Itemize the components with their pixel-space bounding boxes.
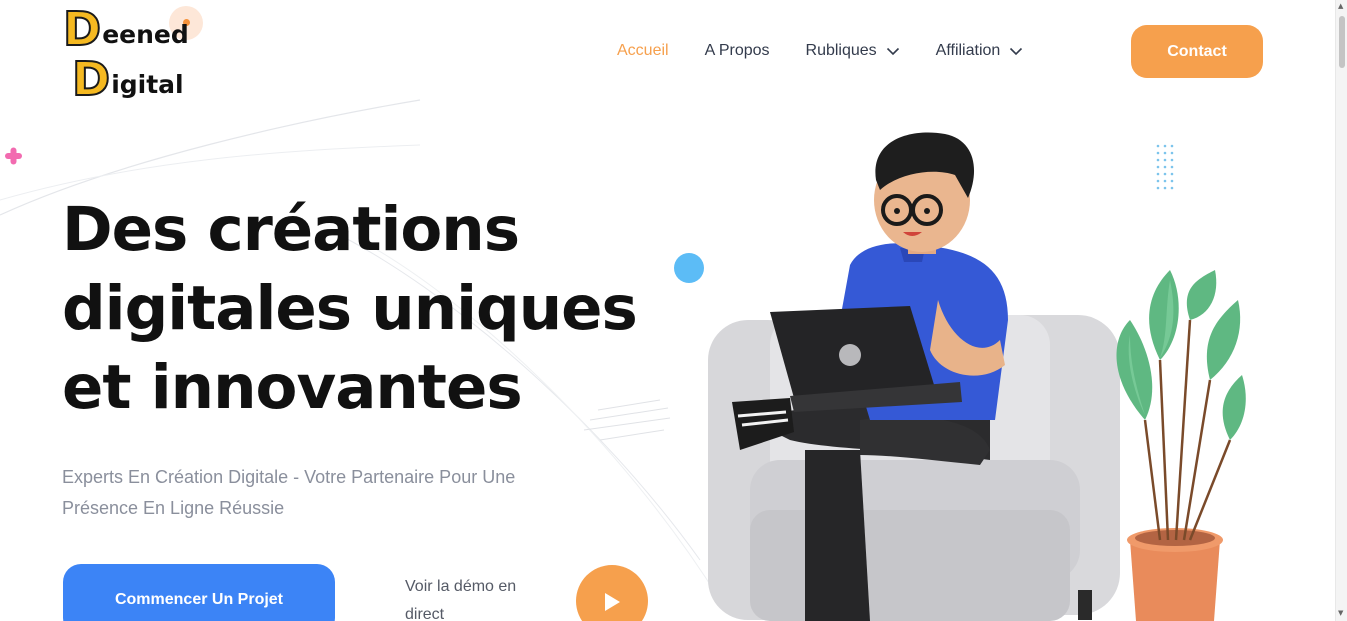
play-demo-button[interactable] [576, 565, 648, 621]
nav-item-label: Accueil [617, 42, 669, 59]
logo-line-1: D eened [62, 2, 189, 56]
nav-item-label: Affiliation [935, 42, 1001, 59]
hero-illustration [708, 132, 1246, 621]
headline-line-1: Des créations [62, 194, 520, 265]
nav-item-a-propos[interactable]: A Propos [705, 42, 770, 60]
site-logo[interactable]: D eened D igital [62, 2, 203, 106]
hero-subtitle: Experts En Création Digitale - Votre Par… [62, 467, 516, 518]
main-nav: Accueil A Propos Rubliques Affiliation [617, 40, 1059, 62]
contact-button[interactable]: Contact [1131, 25, 1263, 78]
play-icon [605, 593, 620, 611]
scroll-down-icon[interactable]: ▼ [1338, 609, 1343, 617]
scroll-up-icon[interactable]: ▲ [1338, 2, 1343, 10]
start-project-button[interactable]: Commencer Un Projet [63, 564, 335, 621]
chevron-down-icon [1010, 47, 1023, 56]
nav-item-accueil[interactable]: Accueil [617, 42, 669, 60]
nav-item-rubliques[interactable]: Rubliques [806, 42, 900, 60]
logo-initial-1: D [62, 2, 102, 56]
logo-text-1: eened [102, 20, 189, 49]
demo-link-label[interactable]: Voir la démo en direct [405, 573, 555, 621]
nav-item-label: A Propos [704, 42, 770, 59]
person-head-image [874, 132, 975, 254]
hero-headline: Des créations digitales uniques et innov… [62, 190, 682, 427]
headline-line-3: et innovantes [62, 352, 523, 423]
headline-line-2: digitales uniques [62, 273, 638, 344]
plant-image [1116, 270, 1246, 621]
page-scrollbar[interactable]: ▲ ▼ [1335, 0, 1347, 621]
logo-text-2: igital [111, 70, 184, 99]
scrollbar-thumb[interactable] [1339, 16, 1345, 68]
chevron-down-icon [886, 47, 899, 56]
nav-item-affiliation[interactable]: Affiliation [936, 42, 1024, 60]
logo-line-2: D igital [71, 52, 184, 106]
plus-icon [5, 147, 22, 165]
logo-initial-2: D [71, 52, 111, 106]
nav-item-label: Rubliques [805, 42, 877, 59]
